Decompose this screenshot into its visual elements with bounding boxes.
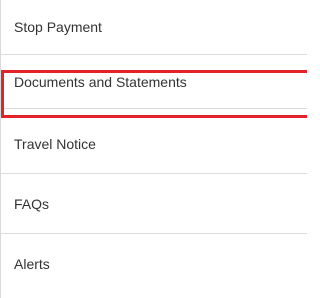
menu-item-label: Stop Payment bbox=[14, 19, 102, 35]
menu-item-travel-notice[interactable]: Travel Notice bbox=[1, 114, 307, 174]
menu-item-alerts[interactable]: Alerts bbox=[1, 234, 307, 294]
menu-item-documents-and-statements[interactable]: Documents and Statements bbox=[1, 55, 307, 109]
menu-item-label: Alerts bbox=[14, 256, 50, 272]
menu-item-faqs[interactable]: FAQs bbox=[1, 174, 307, 234]
side-menu: Stop Payment Documents and Statements Tr… bbox=[0, 0, 307, 298]
menu-item-label: FAQs bbox=[14, 195, 50, 212]
menu-item-stop-payment[interactable]: Stop Payment bbox=[1, 0, 307, 55]
menu-item-label: Documents and Statements bbox=[14, 73, 187, 90]
menu-item-label: Travel Notice bbox=[14, 135, 96, 152]
